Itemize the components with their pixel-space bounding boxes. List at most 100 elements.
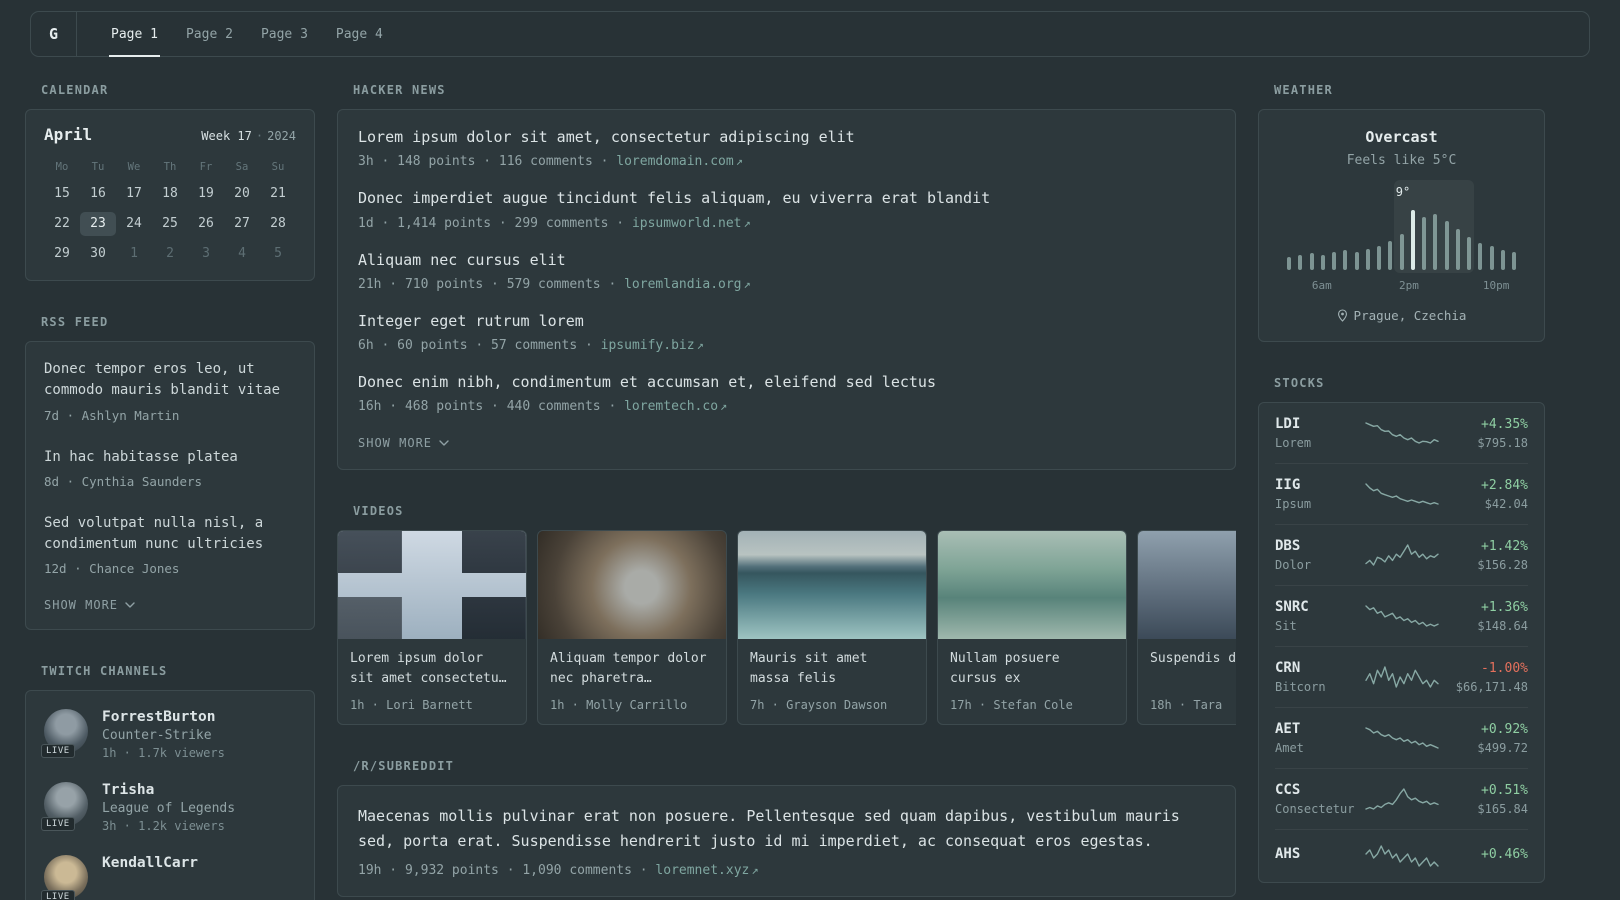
hn-item-title[interactable]: Donec enim nibh, condimentum et accumsan… (358, 372, 1215, 392)
video-thumbnail[interactable] (738, 531, 926, 640)
stock-row[interactable]: LDI Lorem +4.35% $795.18 (1275, 403, 1528, 463)
video-thumbnail[interactable] (1138, 531, 1236, 640)
hn-item: Integer eget rutrum lorem 6h · 60 points… (358, 311, 1215, 353)
calendar-day: 16 (90, 186, 106, 201)
twitch-avatar-link[interactable]: LIVE (41, 709, 88, 759)
stock-row[interactable]: DBS Dolor +1.42% $156.28 (1275, 524, 1528, 585)
calendar-day-header: Th (163, 161, 177, 173)
twitch-channel-name[interactable]: ForrestBurton (102, 709, 225, 725)
video-card[interactable]: Mauris sit amet massa felis 7h · Grayson… (737, 530, 927, 726)
stock-symbol: LDI (1275, 416, 1301, 432)
subreddit-card: Maecenas mollis pulvinar erat non posuer… (337, 785, 1236, 897)
video-title[interactable]: Aliquam tempor dolor nec pharetra… (550, 649, 714, 688)
calendar-day-header: Mo (55, 161, 69, 173)
video-card[interactable]: Nullam posuere cursus ex 17h · Stefan Co… (937, 530, 1127, 726)
stock-row[interactable]: AET Amet +0.92% $499.72 (1275, 707, 1528, 768)
stock-row[interactable]: CRN Bitcorn -1.00% $66,171.48 (1275, 646, 1528, 707)
hn-item-title[interactable]: Integer eget rutrum lorem (358, 311, 1215, 331)
weather-temp-label: 9° (1395, 185, 1411, 199)
hn-item-domain-link[interactable]: loremtech.co ↗ (624, 399, 727, 414)
stock-values: +0.46% (1449, 847, 1528, 866)
tab-page-2[interactable]: Page 2 (172, 12, 247, 56)
video-title[interactable]: Suspendis diam (1150, 649, 1236, 669)
twitch-channel-name[interactable]: Trisha (102, 782, 235, 798)
hn-item-title[interactable]: Lorem ipsum dolor sit amet, consectetur … (358, 127, 1215, 147)
stock-price: $42.04 (1484, 496, 1528, 511)
video-card[interactable]: Aliquam tempor dolor nec pharetra… 1h · … (537, 530, 727, 726)
twitch-channel-game[interactable]: Counter-Strike (102, 728, 225, 743)
stock-price: $148.64 (1477, 618, 1528, 633)
hn-item-domain-link[interactable]: ipsumworld.net ↗ (632, 216, 751, 231)
video-card[interactable]: Lorem ipsum dolor sit amet consectetu… 1… (337, 530, 527, 726)
weather-card: Overcast Feels like 5°C 9° 6am 2pm 10pm (1258, 109, 1545, 342)
rss-card: Donec tempor eros leo, ut commodo mauris… (25, 341, 315, 631)
hn-item-title[interactable]: Donec imperdiet augue tincidunt felis al… (358, 188, 1215, 208)
calendar-day-header: Fr (199, 161, 213, 173)
stock-change: +1.36% (1481, 599, 1528, 615)
rss-item-title[interactable]: Sed volutpat nulla nisl, a condimentum n… (44, 513, 296, 556)
tab-page-4[interactable]: Page 4 (322, 12, 397, 56)
weather-bar (1399, 234, 1404, 270)
rss-item: Sed volutpat nulla nisl, a condimentum n… (44, 513, 296, 577)
live-badge: LIVE (41, 817, 75, 832)
stocks-widget: Stocks LDI Lorem +4.35% $795.18 IIG (1258, 376, 1545, 883)
stock-row[interactable]: AHS +0.46% (1275, 829, 1528, 882)
stock-change: +0.92% (1481, 721, 1528, 737)
calendar-day: 27 (234, 216, 250, 231)
stock-values: +0.92% $499.72 (1449, 721, 1528, 755)
twitch-avatar-link[interactable]: LIVE (41, 782, 88, 832)
rss-item-meta: 8d · Cynthia Saunders (44, 473, 203, 489)
hn-item-stats: 3h · 148 points · 116 comments · (358, 154, 609, 170)
reddit-post-title[interactable]: Maecenas mollis pulvinar erat non posuer… (358, 804, 1215, 853)
app-logo[interactable]: G (31, 12, 77, 56)
rss-item-title[interactable]: Donec tempor eros leo, ut commodo mauris… (44, 359, 296, 402)
tab-page-1[interactable]: Page 1 (97, 12, 172, 57)
hn-show-more-button[interactable]: Show more (358, 436, 449, 450)
twitch-channel-game[interactable]: League of Legends (102, 801, 235, 816)
twitch-avatar-link[interactable]: LIVE (41, 855, 88, 900)
twitch-widget: Twitch channels LIVE ForrestBurton Count… (25, 664, 315, 900)
video-thumbnail[interactable] (338, 531, 526, 640)
weather-time-label: 6am (1311, 279, 1332, 292)
stocks-section-title: Stocks (1274, 376, 1325, 390)
hacker-news-card: Lorem ipsum dolor sit amet, consectetur … (337, 109, 1236, 471)
calendar-grid: Mo Tu We Th Fr Sa Su 15 16 17 18 19 20 21 22 23 24 25 26 27… (44, 158, 296, 266)
twitch-channel-info: Trisha League of Legends 3h · 1.2k viewe… (102, 782, 235, 833)
stock-row[interactable]: IIG Ipsum +2.84% $42.04 (1275, 463, 1528, 524)
weather-bar (1444, 221, 1449, 270)
left-column: Calendar April Week 17 · 2024 Mo Tu We Th Fr Sa… (25, 83, 315, 900)
stock-change: +2.84% (1481, 477, 1528, 493)
video-thumbnail[interactable] (538, 531, 726, 640)
hn-show-more-label: Show more (358, 436, 433, 451)
rss-show-more-button[interactable]: Show more (44, 598, 135, 612)
stock-name: Ipsum (1275, 497, 1312, 511)
calendar-widget: Calendar April Week 17 · 2024 Mo Tu We Th Fr Sa… (25, 83, 315, 281)
twitch-channel-name[interactable]: KendallCarr (102, 855, 198, 871)
video-title[interactable]: Nullam posuere cursus ex (950, 649, 1114, 688)
video-card[interactable]: Suspendis diam 18h · Tara (1137, 530, 1236, 726)
hn-item-meta: 16h · 468 points · 440 comments · loremt… (358, 399, 1215, 414)
stock-row[interactable]: SNRC Sit +1.36% $148.64 (1275, 585, 1528, 646)
video-thumbnail[interactable] (938, 531, 1126, 640)
reddit-post-stats: 19h · 9,932 points · 1,090 comments · (358, 862, 648, 878)
calendar-day-header: Sa (235, 161, 249, 173)
hn-item-domain-link[interactable]: ipsumify.biz ↗ (601, 338, 704, 353)
rss-item-title[interactable]: In hac habitasse platea (44, 447, 296, 468)
calendar-day: 18 (162, 186, 178, 201)
tab-page-3[interactable]: Page 3 (247, 12, 322, 56)
hn-item-domain-link[interactable]: loremlandia.org ↗ (624, 277, 751, 292)
reddit-post-domain-link[interactable]: loremnet.xyz ↗ (655, 863, 758, 878)
stock-values: -1.00% $66,171.48 (1449, 661, 1528, 694)
stock-row[interactable]: CCS Consectetur +0.51% $165.84 (1275, 768, 1528, 829)
hn-item-domain-link[interactable]: loremdomain.com ↗ (616, 154, 743, 169)
weather-widget: Weather Overcast Feels like 5°C 9° 6am 2… (1258, 83, 1545, 342)
weather-condition: Overcast (1365, 128, 1438, 146)
video-title[interactable]: Lorem ipsum dolor sit amet consectetu… (350, 649, 514, 688)
video-title[interactable]: Mauris sit amet massa felis (750, 649, 914, 688)
video-meta: 18h · Tara (1150, 698, 1223, 713)
hn-item-title[interactable]: Aliquam nec cursus elit (358, 250, 1215, 270)
stock-name: Dolor (1275, 558, 1312, 572)
weather-bar (1377, 246, 1381, 270)
stock-price: $156.28 (1477, 557, 1528, 572)
stock-sparkline (1364, 422, 1439, 444)
